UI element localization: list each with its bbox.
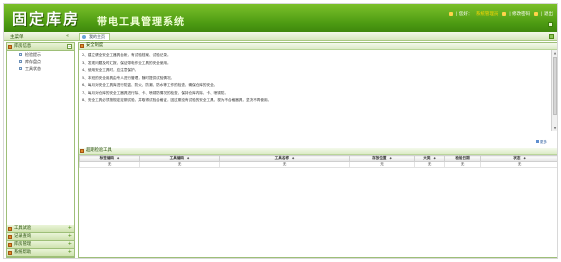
folder-icon [8, 44, 12, 49]
expand-icon: + [67, 233, 72, 239]
rule-line: 4、使用安全工具时，应注意保护。 [82, 68, 139, 72]
more-label: 更多 [539, 140, 547, 144]
table-header-row: 标签编码 ◆ 工具编码 ◆ 工具名称 ◆ 存放位置 ◆ 大类 ◆ 检验日期 状态 ◆ [79, 155, 557, 162]
logout-link[interactable]: | 退出 [541, 12, 553, 17]
sidebar-item-tool-status[interactable]: 工具状态 [7, 65, 74, 72]
sort-icon: ◆ [117, 156, 120, 160]
table-cell: 无 [79, 161, 140, 168]
change-password-link[interactable]: | 修改密码 [509, 12, 530, 17]
user-icon [448, 11, 453, 16]
welcome-text: | 您好： [455, 12, 473, 17]
document-icon [19, 53, 22, 56]
rule-line: 2、建立健全安全工器具台帐，有试验档案、试验记录。 [82, 53, 171, 57]
rule-line: 6、每月对安全工具库进行防盗、防火、防潮、防水等工作的检查，确保仓库的安全。 [82, 83, 218, 87]
column-header[interactable]: 工具编码 ◆ [139, 155, 220, 162]
rule-line: 8、安全工具必须按规定定期试验，并取得试验合格证，因过期没有试验的安全工具，视为… [82, 98, 272, 102]
expired-tools-header: 超期检验工具 [79, 148, 557, 155]
sort-icon: ◆ [292, 156, 295, 160]
sidebar-group-tool-test[interactable]: 工具试验 + [7, 225, 74, 233]
sidebar-group-label: 库房管理 [14, 242, 32, 247]
sort-icon: ◆ [389, 156, 392, 160]
table-cell: 无 [139, 161, 220, 168]
sort-icon: ◆ [187, 156, 190, 160]
rule-line: 7、每月对仓库的安全工器具进行除、卡、喷锈防情况的检查，保持仓库内除、卡、喷锈防… [82, 90, 229, 95]
table-cell: 无 [480, 161, 557, 168]
more-icon [535, 140, 539, 143]
scroll-up-icon[interactable]: ▲ [553, 51, 557, 55]
expired-tools-table: 标签编码 ◆ 工具编码 ◆ 工具名称 ◆ 存放位置 ◆ 大类 ◆ 检验日期 状态 ◆ 无 无… [79, 155, 557, 168]
collapse-menu-button[interactable]: « [66, 33, 69, 39]
app-window: 固定库房 带电工具管理系统 | 您好： 系统管理员 | 修改密码 | 退出 主菜… [3, 3, 558, 259]
document-icon [19, 60, 22, 63]
document-icon [19, 67, 22, 70]
header-links: | 您好： 系统管理员 | 修改密码 | 退出 [447, 11, 553, 17]
sort-icon: ◆ [433, 156, 436, 160]
scroll-thumb[interactable] [553, 57, 557, 115]
toolbar: 主菜单 « 我的主页 [4, 32, 557, 41]
sidebar-item-label: 工具状态 [25, 66, 41, 71]
more-link[interactable]: 更多 [535, 140, 547, 145]
safety-rules-title: 安全制度 [86, 43, 104, 48]
column-header[interactable]: 存放位置 ◆ [349, 155, 415, 162]
table-cell: 无 [349, 161, 415, 168]
key-icon [501, 11, 506, 16]
sidebar-group-warehouse-management[interactable]: 库房管理 + [7, 241, 74, 249]
sidebar-group-label: 库房信息 [14, 44, 32, 49]
sidebar-group-system-help[interactable]: 系统帮助 + [7, 249, 74, 257]
table-cell: 无 [444, 161, 481, 168]
column-header[interactable]: 状态 ◆ [480, 155, 557, 162]
safety-rules-list: 2、建立健全安全工器具台帐，有试验档案、试验记录。 3、发现问题及时汇报，保证带… [79, 50, 552, 131]
sidebar: 库房信息 − 检验提示 库存盘点 工具状态 工具试验 + 记录查询 + 库房管理… [6, 42, 75, 258]
column-header[interactable]: 标签编码 ◆ [79, 155, 140, 162]
table-row[interactable]: 无 无 无 无 无 无 无 [79, 161, 557, 168]
exit-icon [533, 11, 538, 16]
sidebar-item-label: 检验提示 [25, 52, 41, 57]
folder-icon [8, 234, 12, 239]
folder-icon [8, 226, 12, 231]
expand-icon: + [67, 249, 72, 255]
sidebar-group-library[interactable]: 库房信息 − [7, 43, 74, 51]
tab-home-label: 我的主页 [89, 34, 105, 39]
panel-icon [80, 44, 84, 48]
collapse-group-button[interactable]: − [67, 44, 72, 49]
folder-icon [8, 250, 12, 255]
sidebar-collapsed-groups: 工具试验 + 记录查询 + 库房管理 + 系统帮助 + [7, 225, 74, 257]
folder-icon [8, 242, 12, 247]
main-content: 安全制度 2、建立健全安全工器具台帐，有试验档案、试验记录。 3、发现问题及时汇… [78, 42, 557, 258]
column-header[interactable]: 检验日期 [444, 155, 481, 162]
sidebar-group-label: 工具试验 [14, 226, 32, 231]
expired-tools-panel: 超期检验工具 标签编码 ◆ 工具编码 ◆ 工具名称 ◆ 存放位置 ◆ 大类 ◆ 检验日期 … [79, 148, 557, 168]
table-cell: 无 [414, 161, 445, 168]
safety-rules-header: 安全制度 [79, 43, 557, 50]
rule-line: 3、发现问题及时汇报，保证带电作业工具的安全使用。 [82, 60, 171, 65]
column-header[interactable]: 工具名称 ◆ [219, 155, 350, 162]
table-cell: 无 [219, 161, 350, 168]
sidebar-group-record-query[interactable]: 记录查询 + [7, 233, 74, 241]
expand-icon: + [67, 241, 72, 247]
app-subtitle: 带电工具管理系统 [97, 17, 185, 28]
fullscreen-icon[interactable] [549, 34, 554, 39]
expired-tools-title: 超期检验工具 [86, 148, 112, 153]
sidebar-item-label: 库存盘点 [25, 59, 41, 64]
expand-icon: + [67, 225, 72, 231]
sort-icon: ◆ [523, 156, 526, 160]
app-header: 固定库房 带电工具管理系统 | 您好： 系统管理员 | 修改密码 | 退出 [4, 4, 557, 32]
home-icon [82, 35, 86, 39]
sidebar-group-label: 记录查询 [14, 234, 32, 239]
sidebar-item-inspection-reminder[interactable]: 检验提示 [7, 51, 74, 58]
rule-line: 5、本班的安全用具由专人进行管理，随时提供试验情况。 [82, 75, 175, 80]
tab-home[interactable]: 我的主页 [79, 33, 110, 40]
sidebar-group-label: 系统帮助 [14, 250, 32, 255]
sidebar-item-inventory-check[interactable]: 库存盘点 [7, 58, 74, 65]
panel-icon [80, 149, 84, 153]
main-menu-label: 主菜单 [10, 35, 24, 40]
header-toggle-button[interactable] [548, 22, 553, 27]
app-title: 固定库房 [12, 10, 81, 28]
column-header[interactable]: 大类 ◆ [414, 155, 445, 162]
vertical-scrollbar[interactable]: ▲ ▼ [551, 50, 557, 131]
scroll-down-icon[interactable]: ▼ [553, 126, 557, 130]
current-user: 系统管理员 [475, 12, 499, 17]
